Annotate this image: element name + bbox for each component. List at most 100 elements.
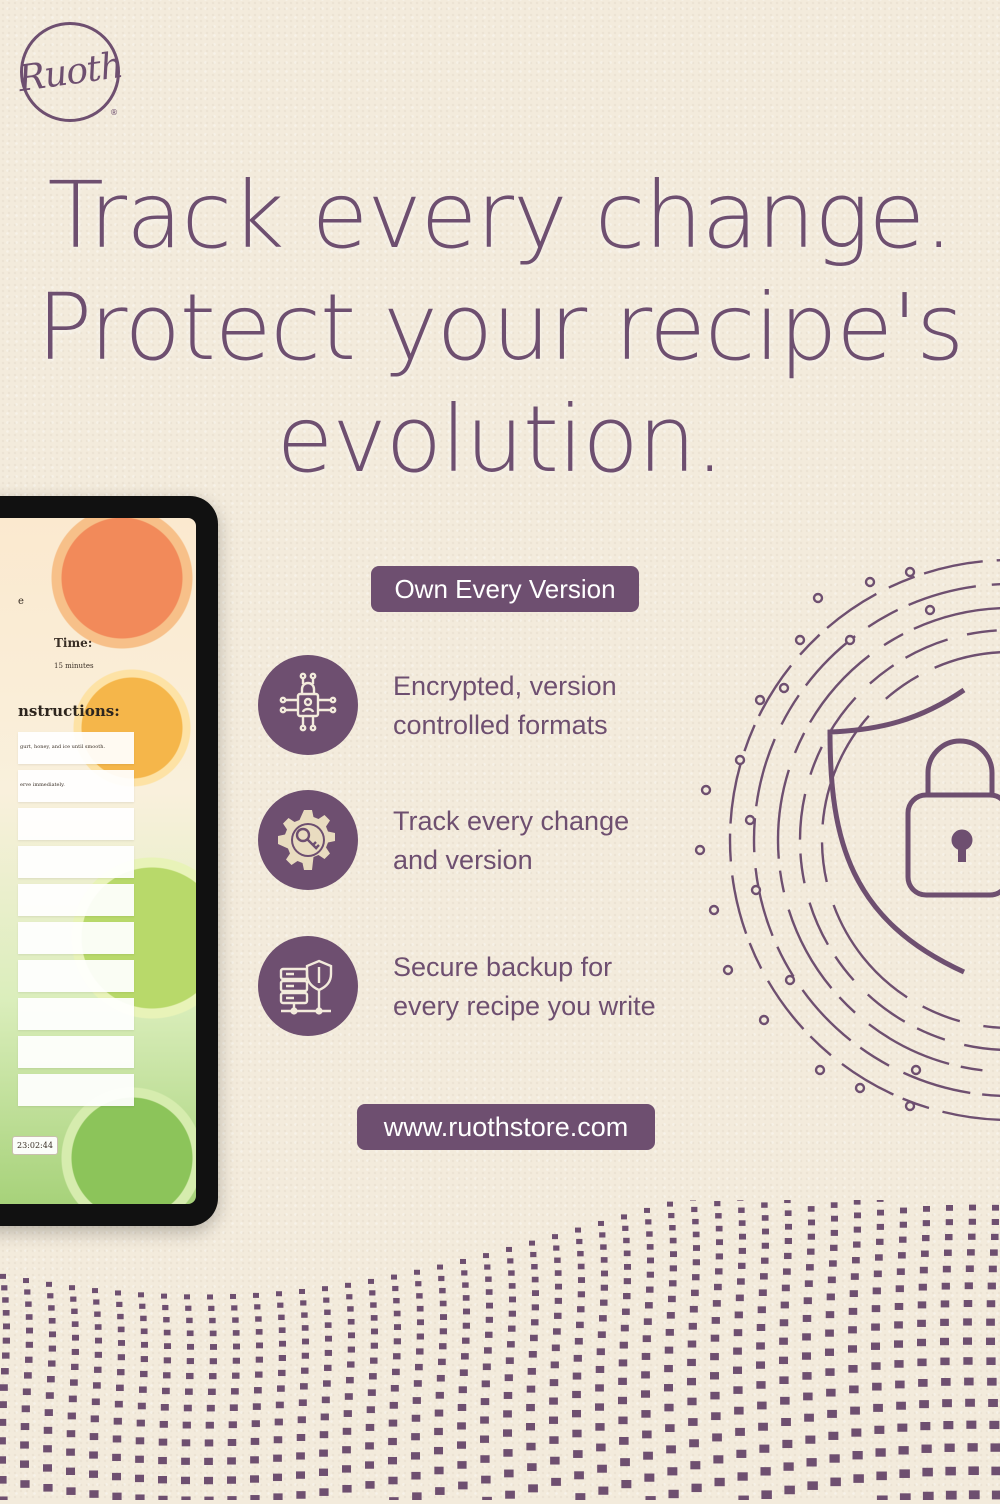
wave-dot xyxy=(848,1307,858,1315)
wave-dot xyxy=(895,1380,905,1389)
encrypted-circuit-lock-icon xyxy=(258,655,358,755)
wave-dot xyxy=(505,1357,514,1364)
wave-dot xyxy=(942,1265,951,1273)
wave-dot xyxy=(917,1301,927,1309)
website-link[interactable]: www.ruothstore.com xyxy=(357,1104,655,1150)
wave-dot xyxy=(758,1422,768,1431)
wave-dot xyxy=(572,1372,582,1380)
wave-dot xyxy=(0,1273,6,1279)
wave-dot xyxy=(480,1435,490,1443)
wave-dot xyxy=(917,1319,926,1327)
wave-dot xyxy=(830,1477,841,1487)
instruction-step[interactable]: gurt, honey, and ice until smooth. xyxy=(18,732,134,764)
wave-dot xyxy=(439,1287,446,1294)
wave-dot xyxy=(712,1300,721,1307)
wave-dot xyxy=(664,1403,674,1412)
instruction-step[interactable] xyxy=(18,998,134,1030)
brand-logo[interactable]: Ruoth xyxy=(15,22,125,122)
wave-dot xyxy=(828,1431,839,1440)
wave-dot xyxy=(944,1443,955,1452)
wave-dot xyxy=(411,1452,421,1460)
instruction-step[interactable] xyxy=(18,846,134,878)
wave-dot xyxy=(968,1490,980,1500)
wave-dot xyxy=(600,1270,608,1277)
wave-dot xyxy=(848,1365,858,1373)
wave-dot xyxy=(114,1400,123,1408)
wave-dot xyxy=(779,1356,789,1365)
wave-dot xyxy=(413,1380,422,1387)
wave-dot xyxy=(691,1206,698,1213)
wave-dot xyxy=(715,1213,722,1219)
wave-dot xyxy=(301,1325,309,1331)
instruction-step[interactable] xyxy=(18,960,134,992)
wave-dot xyxy=(942,1399,952,1408)
feature-text: Track every change and version xyxy=(393,802,629,880)
wave-dot xyxy=(137,1402,146,1410)
shield-outline xyxy=(827,687,966,975)
instruction-step[interactable] xyxy=(18,922,134,954)
wave-dot xyxy=(163,1343,171,1350)
wave-dot xyxy=(250,1456,259,1464)
wave-dot xyxy=(876,1196,884,1202)
wave-dot xyxy=(734,1406,744,1415)
wave-dot xyxy=(899,1207,907,1214)
wave-dot xyxy=(618,1377,627,1385)
wave-dot xyxy=(94,1366,102,1373)
wave-dot xyxy=(620,1324,629,1332)
instruction-step[interactable]: erve immediately. xyxy=(18,770,134,802)
wave-dot xyxy=(757,1401,767,1410)
wave-dot xyxy=(232,1372,240,1379)
wave-dot xyxy=(963,1357,973,1365)
instruction-step[interactable] xyxy=(18,808,134,840)
wave-dot xyxy=(646,1231,653,1237)
wave-dot xyxy=(319,1431,329,1439)
wave-dot xyxy=(0,1456,7,1464)
wave-dot xyxy=(664,1364,673,1373)
wave-dot xyxy=(760,1467,771,1476)
wave-dot xyxy=(140,1341,148,1348)
wave-dot xyxy=(619,1341,628,1349)
wave-dot xyxy=(163,1372,171,1379)
wave-dot xyxy=(112,1453,121,1462)
wave-dot xyxy=(25,1314,33,1320)
instruction-step[interactable] xyxy=(18,1036,134,1068)
wave-dot xyxy=(784,1197,791,1204)
wave-dot xyxy=(158,1495,168,1504)
wave-dot xyxy=(876,1471,887,1481)
wave-dot xyxy=(917,1358,927,1367)
instruction-step[interactable] xyxy=(18,1074,134,1106)
wave-dot xyxy=(825,1348,835,1356)
wave-dot xyxy=(738,1262,746,1269)
wave-dot xyxy=(526,1423,536,1431)
wave-dot xyxy=(232,1357,240,1364)
wave-dot xyxy=(897,1423,908,1432)
wave-dot xyxy=(852,1451,863,1460)
wave-dot xyxy=(485,1289,493,1295)
wave-dot xyxy=(324,1364,332,1371)
wave-dot xyxy=(621,1214,627,1220)
wave-dot xyxy=(415,1363,423,1371)
wave-dot xyxy=(921,1444,932,1453)
wave-dot xyxy=(827,1409,837,1418)
wave-dot xyxy=(689,1305,698,1313)
wave-dot xyxy=(922,1220,930,1227)
wave-dot xyxy=(968,1233,976,1240)
wave-dot xyxy=(779,1376,789,1384)
wave-dot xyxy=(24,1372,32,1379)
instruction-step[interactable] xyxy=(18,884,134,916)
wave-dot xyxy=(553,1245,560,1251)
wave-dot xyxy=(393,1338,401,1345)
wave-dot xyxy=(554,1270,562,1276)
wave-dot xyxy=(480,1455,490,1463)
dotted-wave-pattern xyxy=(0,1155,1000,1504)
wave-dot xyxy=(967,1443,978,1452)
wave-dot xyxy=(761,1257,769,1264)
wave-dot xyxy=(485,1302,493,1309)
wave-dot xyxy=(480,1416,489,1424)
wave-dot xyxy=(597,1331,606,1338)
wave-dot xyxy=(714,1201,721,1207)
wave-dot xyxy=(575,1227,581,1233)
wave-dot xyxy=(43,1426,53,1434)
wave-dot xyxy=(391,1274,397,1280)
wave-dot xyxy=(273,1436,283,1444)
